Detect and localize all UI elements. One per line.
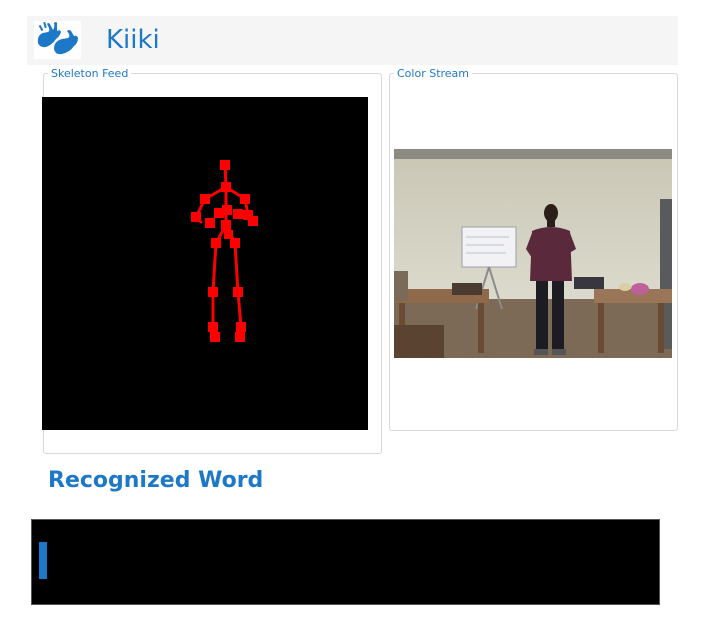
skeleton-feed-label: Skeleton Feed (51, 67, 129, 80)
sign-language-hands-icon (34, 21, 81, 59)
app-header: Kiiki (27, 16, 678, 65)
color-stream-frame (394, 149, 672, 358)
skeleton-figure (191, 160, 258, 342)
color-stream-label: Color Stream (397, 67, 470, 80)
color-stream-image (394, 149, 672, 358)
skeleton-feed-canvas (42, 97, 368, 430)
text-cursor (39, 542, 47, 579)
recognized-word-title: Recognized Word (48, 468, 264, 493)
recognized-word-output (31, 519, 660, 605)
app-title: Kiiki (106, 25, 160, 55)
